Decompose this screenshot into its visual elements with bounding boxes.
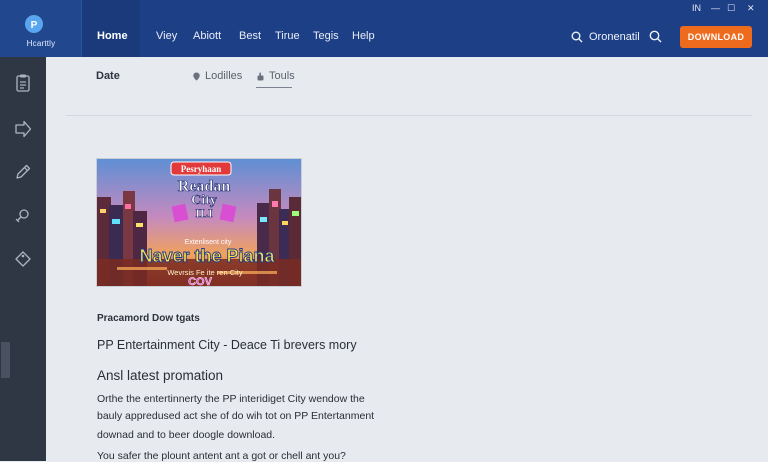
section-label: Pracamord Dow tgats bbox=[97, 313, 200, 324]
share-arrow-icon[interactable] bbox=[13, 119, 33, 139]
logo-text: Hcarttly bbox=[26, 39, 56, 48]
date-label: Date bbox=[96, 70, 120, 82]
top-header: P Hcarttly Home Viey Abiott Best Tirue T… bbox=[0, 0, 768, 57]
pin-icon[interactable] bbox=[13, 206, 33, 226]
banner-logo-text: COV bbox=[188, 276, 213, 287]
left-sidebar bbox=[0, 57, 46, 461]
maximize-button[interactable]: ☐ bbox=[727, 3, 735, 14]
hand-icon bbox=[257, 72, 264, 80]
tab-lodilles[interactable]: Lodilles bbox=[192, 70, 242, 82]
nav-about[interactable]: Abiott bbox=[193, 30, 221, 42]
app-logo[interactable]: P Hcarttly bbox=[0, 0, 82, 57]
banner-badge: Pesryhaan bbox=[181, 164, 222, 174]
tab-touls-label: Touls bbox=[269, 70, 295, 82]
section-subtitle: Ansl latest promation bbox=[97, 368, 224, 383]
nav-best[interactable]: Best bbox=[239, 30, 261, 42]
clipboard-icon[interactable] bbox=[13, 73, 33, 93]
download-button[interactable]: DOWNLOAD bbox=[680, 26, 752, 48]
section-divider bbox=[66, 115, 752, 116]
sidebar-scrollbar[interactable] bbox=[1, 342, 10, 378]
search-button-icon[interactable] bbox=[649, 30, 662, 43]
nav-active-highlight bbox=[82, 0, 140, 57]
tag-icon[interactable] bbox=[13, 249, 33, 269]
pencil-icon[interactable] bbox=[13, 162, 33, 182]
location-icon bbox=[193, 72, 200, 81]
search-link[interactable]: Oronenatil bbox=[571, 29, 640, 45]
nav-help[interactable]: Help bbox=[352, 30, 375, 42]
active-tab-indicator bbox=[256, 87, 292, 88]
svg-text:P: P bbox=[31, 20, 38, 31]
nav-view[interactable]: Viey bbox=[156, 30, 177, 42]
nav-home[interactable]: Home bbox=[97, 30, 128, 42]
language-indicator[interactable]: IN bbox=[692, 3, 701, 13]
search-label: Oronenatil bbox=[589, 31, 640, 43]
page-title: PP Entertainment City - Deace Ti brevers… bbox=[97, 338, 357, 352]
nav-tirue[interactable]: Tirue bbox=[275, 30, 300, 42]
close-button[interactable]: ✕ bbox=[747, 3, 755, 14]
banner-headline: Naver the Piana bbox=[139, 246, 275, 266]
paragraph-line-2: bauly appredused act she of do wih tot o… bbox=[97, 410, 375, 422]
banner-small-text: Extenlisent city bbox=[185, 239, 232, 246]
promo-banner-image[interactable]: Pesryhaan Readan City ILI Extenlisent ci… bbox=[96, 158, 302, 287]
tab-touls[interactable]: Touls bbox=[256, 70, 295, 82]
footer-line: You safer the plount antent ant a got or… bbox=[97, 450, 346, 462]
logo-mark-icon: P bbox=[25, 15, 43, 33]
paragraph-line-3: downad and to beer doogle download. bbox=[97, 429, 276, 441]
minimize-button[interactable]: — bbox=[711, 3, 720, 13]
nav-tegis[interactable]: Tegis bbox=[313, 30, 339, 42]
city-illustration: Pesryhaan Readan City ILI Extenlisent ci… bbox=[97, 159, 301, 287]
banner-title-line3: ILI bbox=[195, 206, 213, 220]
paragraph-line-1: Orthe the entertinnerty the PP interidig… bbox=[97, 393, 365, 405]
tab-lodilles-label: Lodilles bbox=[205, 70, 243, 82]
search-icon bbox=[571, 31, 583, 43]
